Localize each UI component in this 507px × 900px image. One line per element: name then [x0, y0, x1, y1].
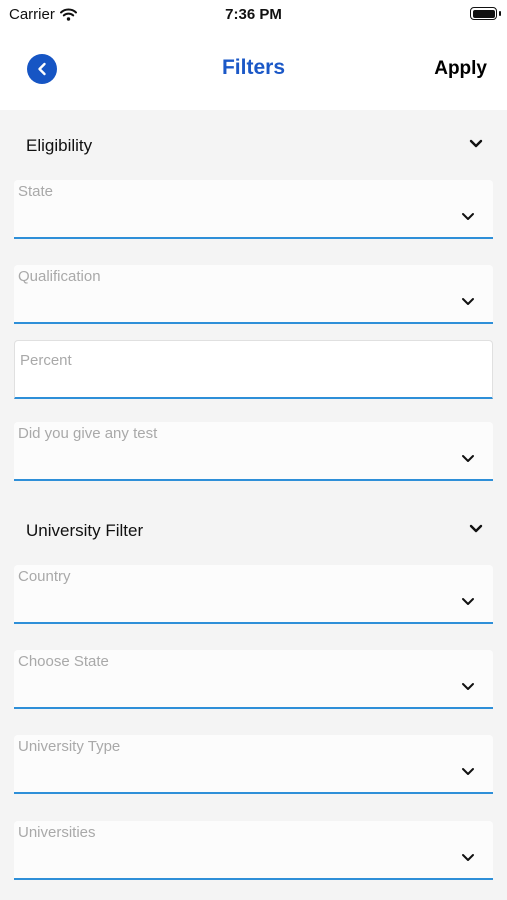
status-bar: Carrier 7:36 PM — [0, 0, 507, 30]
university-type-label: University Type — [18, 738, 121, 755]
test-dropdown[interactable]: Did you give any test — [14, 422, 493, 481]
university-filter-section-header[interactable]: University Filter — [0, 511, 507, 551]
university-type-dropdown[interactable]: University Type — [14, 735, 493, 794]
back-button[interactable] — [27, 54, 57, 84]
choose-state-label: Choose State — [18, 653, 109, 670]
apply-button[interactable]: Apply — [434, 58, 487, 80]
country-dropdown[interactable]: Country — [14, 565, 493, 624]
choose-state-dropdown[interactable]: Choose State — [14, 650, 493, 709]
eligibility-section-title: Eligibility — [26, 136, 93, 155]
country-label: Country — [18, 568, 71, 585]
universities-dropdown[interactable]: Universities — [14, 821, 493, 880]
chevron-down-icon[interactable] — [469, 524, 483, 534]
eligibility-section-header[interactable]: Eligibility — [0, 126, 507, 166]
battery-icon — [470, 7, 497, 20]
nav-bar: Filters Apply — [0, 30, 507, 110]
chevron-down-icon — [462, 683, 474, 690]
chevron-down-icon — [462, 854, 474, 861]
test-label: Did you give any test — [18, 425, 158, 442]
percent-input[interactable] — [15, 341, 492, 397]
chevron-down-icon — [462, 455, 474, 462]
battery-cap — [499, 11, 501, 16]
chevron-down-icon — [462, 768, 474, 775]
qualification-dropdown[interactable]: Qualification — [14, 265, 493, 324]
chevron-down-icon — [462, 598, 474, 605]
page-title: Filters — [221, 56, 286, 79]
state-dropdown[interactable]: State — [14, 180, 493, 239]
state-label: State — [18, 183, 54, 200]
universities-label: Universities — [18, 824, 96, 841]
qualification-label: Qualification — [18, 268, 101, 285]
chevron-down-icon[interactable] — [469, 139, 483, 149]
chevron-down-icon — [462, 213, 474, 220]
status-time: 7:36 PM — [225, 6, 282, 23]
university-filter-section-title: University Filter — [26, 521, 144, 540]
chevron-left-icon — [38, 62, 46, 76]
percent-field-container — [14, 340, 493, 399]
chevron-down-icon — [462, 298, 474, 305]
